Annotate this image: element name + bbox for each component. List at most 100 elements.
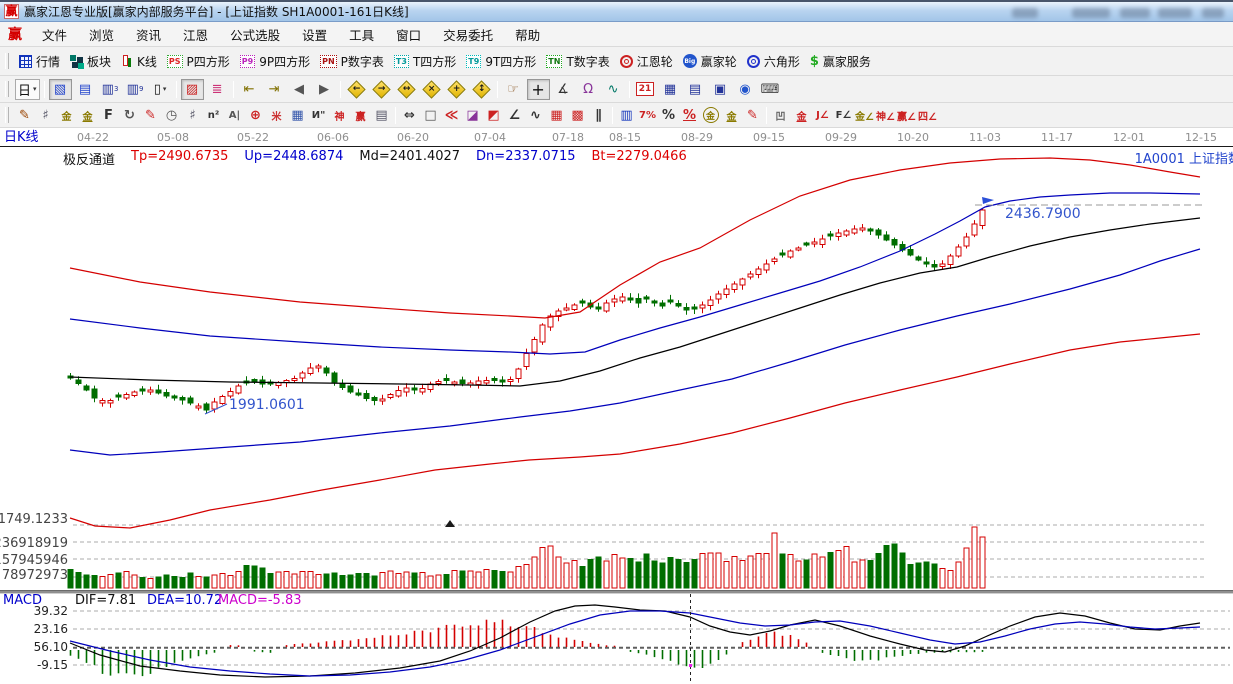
calendar-button[interactable]: 21 xyxy=(634,79,657,100)
winner-service-button[interactable]: $赢家服务 xyxy=(805,51,876,72)
menu-item-4[interactable]: 江恩 xyxy=(172,22,219,47)
toolbar-grip[interactable] xyxy=(5,81,9,97)
hexagon-button[interactable]: 六角形 xyxy=(742,51,805,72)
shift-left-diamond-button[interactable]: ← xyxy=(345,79,368,100)
fence-tool[interactable]: ♯ xyxy=(36,106,55,125)
color-histogram-button[interactable]: ≣ xyxy=(206,79,229,100)
menu-item-6[interactable]: 设置 xyxy=(291,22,338,47)
ruler-tool[interactable]: ▤ xyxy=(372,106,391,125)
last-page-button[interactable]: ⇥ xyxy=(263,79,286,100)
shen-angle-tool[interactable]: 神∠ xyxy=(876,106,895,125)
period-day-button[interactable]: 日▾ xyxy=(15,79,40,100)
fan-box-purple-tool[interactable]: ◪ xyxy=(463,106,482,125)
panel-bars-tool[interactable]: ▥ xyxy=(617,106,636,125)
time-cycle-tool[interactable]: ◷ xyxy=(162,106,181,125)
blue-grid-tool[interactable]: ▦ xyxy=(288,106,307,125)
mirror-tool[interactable]: A| xyxy=(225,106,244,125)
menu-item-7[interactable]: 工具 xyxy=(338,22,385,47)
save-button[interactable]: ▣ xyxy=(709,79,732,100)
three-chart-button[interactable]: ▥3 xyxy=(99,79,122,100)
winner-wheel-button[interactable]: Big赢家轮 xyxy=(678,51,742,72)
step-forward-button[interactable]: ▶ xyxy=(313,79,336,100)
red-grid-tool[interactable]: ▦ xyxy=(547,106,566,125)
red-brush-tool[interactable]: ✎ xyxy=(141,106,160,125)
gold-line-tool[interactable]: 金 xyxy=(722,106,741,125)
toolbar-grip[interactable] xyxy=(5,107,9,123)
zigzag-tool[interactable]: ∿ xyxy=(526,106,545,125)
sectors-button[interactable]: 板块 xyxy=(65,51,116,72)
menu-item-2[interactable]: 浏览 xyxy=(78,22,125,47)
win-tool[interactable]: 赢 xyxy=(351,106,370,125)
cross-diamond-button[interactable]: + xyxy=(445,79,468,100)
9t-square-button[interactable]: T99T四方形 xyxy=(461,51,541,72)
gold-angle-tool[interactable]: 金∠ xyxy=(855,106,874,125)
quote-tool[interactable]: И" xyxy=(309,106,328,125)
red-pattern-button[interactable]: ▨ xyxy=(181,79,204,100)
menu-item-1[interactable]: 文件 xyxy=(31,22,78,47)
target-tool[interactable]: ⊕ xyxy=(246,106,265,125)
parallel-lines-tool[interactable]: ∥ xyxy=(589,106,608,125)
main-chart-canvas[interactable]: 1749.1233236918919157945946789729731991.… xyxy=(0,147,1233,590)
four-angle-tool[interactable]: 四∠ xyxy=(918,106,937,125)
nine-chart-button[interactable]: ▥9 xyxy=(124,79,147,100)
box-select-tool[interactable]: □ xyxy=(421,106,440,125)
kline-button[interactable]: K线 xyxy=(116,51,162,72)
compress-diamond-button[interactable]: × xyxy=(420,79,443,100)
angle-line-tool[interactable]: ∠ xyxy=(505,106,524,125)
trend-overlay-button[interactable]: ▧ xyxy=(49,79,72,100)
t-number-table-button[interactable]: TNT数字表 xyxy=(541,51,615,72)
win-angle-tool[interactable]: 赢∠ xyxy=(897,106,916,125)
percent-line-tool[interactable]: % xyxy=(680,106,699,125)
fence2-tool[interactable]: ♯ xyxy=(183,106,202,125)
gann-shape-button[interactable]: Ω xyxy=(577,79,600,100)
n-square-tool[interactable]: n² xyxy=(204,106,223,125)
angle-measure-button[interactable]: ∡ xyxy=(552,79,575,100)
expand-diamond-button[interactable]: ↔ xyxy=(395,79,418,100)
j-angle-tool[interactable]: J∠ xyxy=(813,106,832,125)
svg-text:236918919: 236918919 xyxy=(0,536,68,551)
market-quotes-button[interactable]: 行情 xyxy=(14,51,65,72)
menu-item-3[interactable]: 资讯 xyxy=(125,22,172,47)
gold-grid-tool[interactable]: 金 xyxy=(57,106,76,125)
f-grid-tool[interactable]: F xyxy=(99,106,118,125)
calculator-button[interactable]: ▦ xyxy=(659,79,682,100)
menu-item-9[interactable]: 交易委托 xyxy=(432,22,504,47)
gann-wheel-button[interactable]: 江恩轮 xyxy=(615,51,678,72)
crosshair-button[interactable]: + xyxy=(527,79,550,100)
f-angle-tool[interactable]: F∠ xyxy=(834,106,853,125)
gold-grid2-tool[interactable]: 金 xyxy=(78,106,97,125)
p-square-button[interactable]: PSP四方形 xyxy=(162,51,235,72)
first-page-button[interactable]: ⇤ xyxy=(238,79,261,100)
computer-button[interactable]: ⌨ xyxy=(759,79,782,100)
spiral-tool[interactable]: ↻ xyxy=(120,106,139,125)
web-button[interactable]: ◉ xyxy=(734,79,757,100)
brush-tool[interactable]: ✎ xyxy=(15,106,34,125)
fan-box-red-tool[interactable]: ◩ xyxy=(484,106,503,125)
cup-tool[interactable]: 凹 xyxy=(771,106,790,125)
toolbar-grip[interactable] xyxy=(5,53,9,69)
pin-brush-tool[interactable]: ✎ xyxy=(743,106,762,125)
star-grid-tool[interactable]: 米 xyxy=(267,106,286,125)
percent-tool[interactable]: % xyxy=(659,106,678,125)
gold-circle-tool[interactable]: 金 xyxy=(701,106,720,125)
wave-tool-button[interactable]: ∿ xyxy=(602,79,625,100)
fan-tool[interactable]: ≪ xyxy=(442,106,461,125)
p-number-table-button[interactable]: PNP数字表 xyxy=(315,51,389,72)
notes-button[interactable]: ▤ xyxy=(684,79,707,100)
9p-square-button[interactable]: P99P四方形 xyxy=(235,51,315,72)
move-diamond-button[interactable]: ↕ xyxy=(470,79,493,100)
step-back-button[interactable]: ◀ xyxy=(288,79,311,100)
menu-item-10[interactable]: 帮助 xyxy=(504,22,551,47)
width-measure-tool[interactable]: ⇔ xyxy=(400,106,419,125)
pan-hand-button[interactable]: ☞ xyxy=(502,79,525,100)
info-board-button[interactable]: ▤ xyxy=(74,79,97,100)
red-grid2-tool[interactable]: ▩ xyxy=(568,106,587,125)
shen-tool[interactable]: 神 xyxy=(330,106,349,125)
shift-right-diamond-button[interactable]: → xyxy=(370,79,393,100)
candle-style-button[interactable]: ▯▾ xyxy=(149,79,172,100)
gold-red-tool[interactable]: 金 xyxy=(792,106,811,125)
t-square-button[interactable]: T3T四方形 xyxy=(389,51,461,72)
menu-item-5[interactable]: 公式选股 xyxy=(219,22,291,47)
menu-item-8[interactable]: 窗口 xyxy=(385,22,432,47)
percent-t-tool[interactable]: 7% xyxy=(638,106,657,125)
